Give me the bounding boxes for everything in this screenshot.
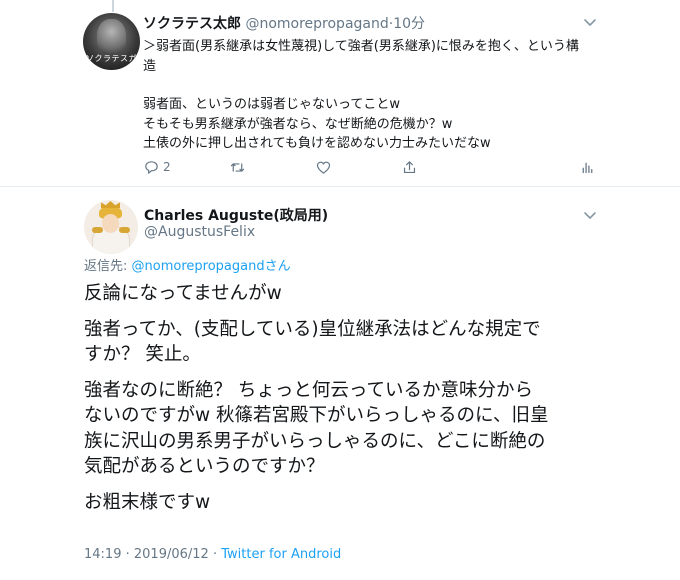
body-line: そもそも男系継承が強者なら、なぜ断絶の危機か？w (143, 116, 453, 132)
tweet-date[interactable]: 2019/06/12 (134, 547, 209, 562)
tweet-text: 反論になってませんがw 強者ってか、(支配している)皇位継承法はどんな規定で す… (84, 281, 604, 525)
share-button[interactable] (401, 157, 418, 177)
parent-tweet[interactable]: ソクラテスガ ソクラテス太郎 @nomorepropagand·10分 ＞弱者面… (0, 0, 680, 190)
action-bar: 2 (143, 157, 613, 177)
thread-line (112, 0, 114, 12)
analytics-icon (582, 162, 593, 173)
tweet-meta: 14:19 · 2019/06/12 · Twitter for Android (84, 547, 341, 562)
display-name[interactable]: ソクラテス太郎 (143, 16, 241, 32)
reply-context: 返信先: @nomorepropagandさん (84, 255, 291, 274)
text-line: 強者なのに断絶？ ちょっと何云っているか意味分から (84, 379, 533, 401)
like-button[interactable] (315, 157, 335, 177)
tweet-body: ＞弱者面(男系継承は女性蔑視)して強者(男系継承)に恨みを抱く、という構 造 弱… (143, 37, 583, 154)
avatar-epaulette (92, 227, 103, 233)
avatar-caption: ソクラテスガ (86, 54, 137, 63)
paragraph: 反論になってませんがw (84, 281, 604, 307)
text-line: 強者ってか、(支配している)皇位継承法はどんな規定で (84, 318, 541, 340)
retweet-icon (230, 162, 245, 172)
retweet-button[interactable] (229, 157, 249, 177)
share-icon (403, 160, 416, 173)
reply-prefix: 返信先: (84, 259, 132, 274)
avatar-epaulette (119, 227, 130, 233)
analytics-button[interactable] (579, 157, 596, 177)
text-line: 気配があるというのですか？ (84, 456, 325, 477)
display-name[interactable]: Charles Auguste(政局用) (144, 205, 328, 225)
timestamp[interactable]: 10分 (393, 16, 425, 32)
paragraph: 強者ってか、(支配している)皇位継承法はどんな規定で すか？ 笑止。 (84, 317, 604, 368)
tweet-time[interactable]: 14:19 (84, 547, 121, 562)
paragraph: 強者なのに断絶？ ちょっと何云っているか意味分から ないのですがw 秋篠若宮殿下… (84, 378, 604, 480)
handle[interactable]: @AugustusFelix (144, 224, 255, 240)
chevron-down-icon[interactable] (582, 207, 598, 223)
body-line: ＞弱者面(男系継承は女性蔑視)して強者(男系継承)に恨みを抱く、という構 (143, 39, 579, 54)
body-line: 造 (143, 58, 157, 74)
crown-icon (101, 201, 120, 208)
reply-count: 2 (163, 160, 171, 174)
separator: · (212, 547, 218, 562)
separator: · (125, 547, 130, 562)
body-gap (143, 76, 583, 95)
body-line: 土俵の外に押し出されても負けを認めない力士みたいだなw (143, 136, 491, 151)
text-line: 反論になってませんがw (84, 283, 282, 304)
paragraph: お粗末様ですw (84, 490, 604, 516)
body-line: 弱者面、というのは弱者じゃないってことw (143, 97, 400, 112)
text-line: ないのですがw 秋篠若宮殿下がいらっしゃるのに、旧皇 (84, 405, 549, 426)
reply-suffix: さん (264, 259, 291, 274)
reply-mention-link[interactable]: @nomorepropagand (132, 259, 265, 274)
avatar-face (97, 19, 126, 55)
text-line: すか？ 笑止。 (84, 344, 201, 365)
avatar-face (102, 214, 119, 233)
heart-icon (316, 161, 331, 174)
tweet-header: ソクラテス太郎 @nomorepropagand·10分 (143, 13, 425, 33)
avatar[interactable] (84, 200, 138, 254)
reply-button[interactable]: 2 (143, 157, 171, 177)
chevron-down-icon[interactable] (582, 14, 598, 30)
text-line: 族に沢山の男系男子がいらっしゃるのに、どこに断絶の (84, 430, 546, 452)
handle[interactable]: @nomorepropagand (245, 16, 388, 32)
avatar[interactable]: ソクラテスガ (83, 13, 140, 70)
text-line: お粗末様ですw (84, 491, 211, 513)
source-link[interactable]: Twitter for Android (221, 547, 341, 562)
reply-icon (145, 160, 158, 174)
tweet-divider (0, 186, 680, 187)
